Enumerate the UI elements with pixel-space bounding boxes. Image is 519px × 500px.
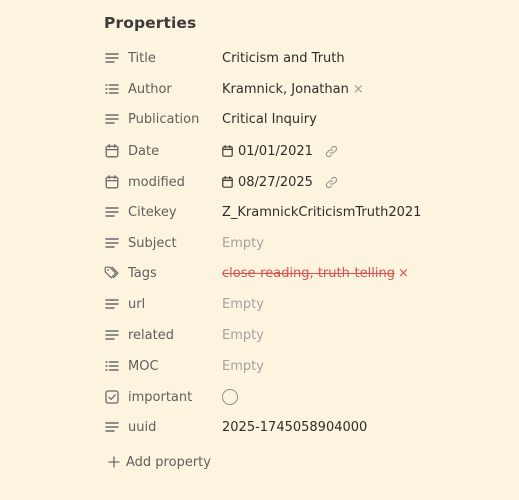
date-picker-icon[interactable] <box>222 176 233 188</box>
property-key-label: Citekey <box>128 204 177 220</box>
modified-value[interactable]: 08/27/2025 <box>238 175 313 190</box>
add-property-button[interactable]: Add property <box>108 451 211 473</box>
property-value-title[interactable]: Criticism and Truth <box>222 51 345 66</box>
property-row-title: Title Criticism and Truth <box>104 44 504 72</box>
property-key-citekey[interactable]: Citekey <box>104 204 222 220</box>
property-value-moc[interactable]: Empty <box>222 359 264 374</box>
property-value-date[interactable]: 01/01/2021 <box>222 144 338 159</box>
plus-icon <box>108 456 120 468</box>
empty-placeholder: Empty <box>222 327 264 343</box>
property-value-important[interactable] <box>222 389 238 405</box>
link-icon[interactable] <box>325 145 338 158</box>
property-key-label: url <box>128 296 146 312</box>
property-value-modified[interactable]: 08/27/2025 <box>222 175 338 190</box>
text-icon <box>104 419 120 435</box>
property-row-tags: Tags close-reading, truth-telling × <box>104 259 504 287</box>
property-key-subject[interactable]: Subject <box>104 235 222 251</box>
title-value: Criticism and Truth <box>222 50 345 66</box>
property-value-tags[interactable]: close-reading, truth-telling × <box>222 266 409 281</box>
text-icon <box>104 296 120 312</box>
property-key-url[interactable]: url <box>104 296 222 312</box>
property-value-url[interactable]: Empty <box>222 297 264 312</box>
properties-heading: Properties <box>104 14 197 32</box>
property-key-label: modified <box>128 174 185 190</box>
property-row-url: url Empty <box>104 290 504 318</box>
property-key-author[interactable]: Author <box>104 81 222 97</box>
property-value-author[interactable]: Kramnick, Jonathan × <box>222 82 364 97</box>
date-value[interactable]: 01/01/2021 <box>238 144 313 159</box>
text-icon <box>104 235 120 251</box>
property-key-important[interactable]: important <box>104 389 222 405</box>
add-property-label: Add property <box>126 454 211 470</box>
property-key-label: Subject <box>128 235 177 251</box>
property-key-label: important <box>128 389 193 405</box>
text-icon <box>104 111 120 127</box>
property-value-citekey[interactable]: Z_KramnickCriticismTruth2021 <box>222 205 421 220</box>
empty-placeholder: Empty <box>222 235 264 251</box>
important-checkbox[interactable] <box>222 389 238 405</box>
property-row-subject: Subject Empty <box>104 229 504 257</box>
property-row-author: Author Kramnick, Jonathan × <box>104 75 504 103</box>
text-icon <box>104 204 120 220</box>
property-key-label: MOC <box>128 358 159 374</box>
invalid-tags-value[interactable]: close-reading, truth-telling <box>222 266 395 281</box>
properties-panel: Properties Title Criticism and Truth Aut… <box>104 0 504 500</box>
calendar-icon <box>104 174 120 190</box>
property-key-label: Title <box>128 50 156 66</box>
property-row-uuid: uuid 2025-1745058904000 <box>104 413 504 441</box>
property-value-uuid[interactable]: 2025-1745058904000 <box>222 420 367 435</box>
tags-icon <box>104 265 120 281</box>
property-key-label: related <box>128 327 174 343</box>
property-row-related: related Empty <box>104 321 504 349</box>
property-key-label: Publication <box>128 111 200 127</box>
property-row-citekey: Citekey Z_KramnickCriticismTruth2021 <box>104 198 504 226</box>
checkbox-icon <box>104 389 120 405</box>
list-icon <box>104 358 120 374</box>
uuid-value: 2025-1745058904000 <box>222 419 368 435</box>
property-value-related[interactable]: Empty <box>222 328 264 343</box>
property-key-moc[interactable]: MOC <box>104 358 222 374</box>
property-key-date[interactable]: Date <box>104 143 222 159</box>
property-row-publication: Publication Critical Inquiry <box>104 105 504 133</box>
text-icon <box>104 327 120 343</box>
calendar-icon <box>104 143 120 159</box>
property-value-publication[interactable]: Critical Inquiry <box>222 112 317 127</box>
date-picker-icon[interactable] <box>222 145 233 157</box>
property-row-moc: MOC Empty <box>104 352 504 380</box>
author-pill[interactable]: Kramnick, Jonathan <box>222 82 349 97</box>
property-key-tags[interactable]: Tags <box>104 265 222 281</box>
property-key-related[interactable]: related <box>104 327 222 343</box>
property-key-label: Tags <box>128 265 157 281</box>
text-icon <box>104 50 120 66</box>
property-key-label: uuid <box>128 419 157 435</box>
property-key-label: Date <box>128 143 160 159</box>
citekey-value: Z_KramnickCriticismTruth2021 <box>222 204 422 220</box>
property-key-publication[interactable]: Publication <box>104 111 222 127</box>
list-icon <box>104 81 120 97</box>
property-key-label: Author <box>128 81 172 97</box>
link-icon[interactable] <box>325 176 338 189</box>
property-key-title[interactable]: Title <box>104 50 222 66</box>
publication-value: Critical Inquiry <box>222 111 317 127</box>
empty-placeholder: Empty <box>222 358 264 374</box>
remove-tags-button[interactable]: × <box>398 266 409 281</box>
property-key-uuid[interactable]: uuid <box>104 419 222 435</box>
empty-placeholder: Empty <box>222 296 264 312</box>
remove-author-button[interactable]: × <box>353 82 364 97</box>
property-row-modified: modified 08/27/2025 <box>104 168 504 196</box>
property-row-important: important <box>104 383 504 411</box>
property-key-modified[interactable]: modified <box>104 174 222 190</box>
property-value-subject[interactable]: Empty <box>222 236 264 251</box>
property-row-date: Date 01/01/2021 <box>104 137 504 165</box>
